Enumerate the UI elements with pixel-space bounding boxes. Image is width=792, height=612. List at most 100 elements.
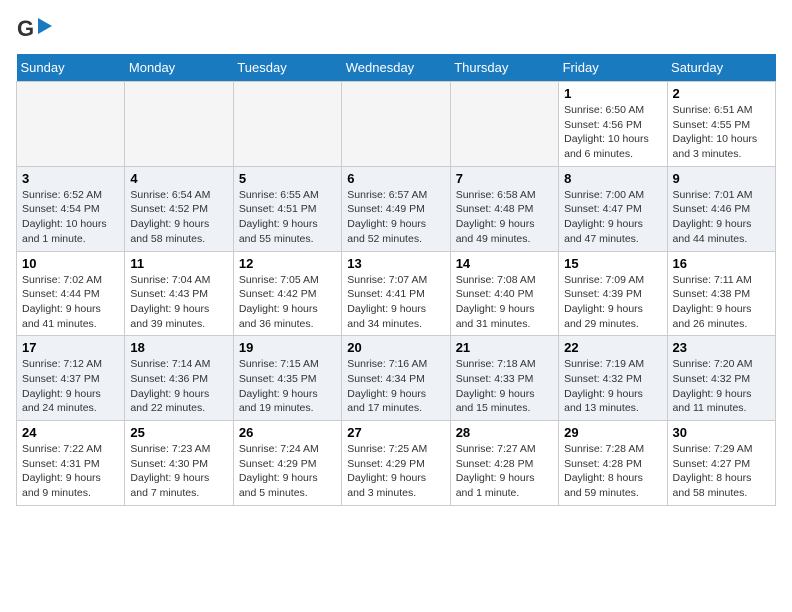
day-number: 16 [673, 256, 770, 271]
calendar-cell: 12Sunrise: 7:05 AM Sunset: 4:42 PM Dayli… [233, 251, 341, 336]
day-number: 8 [564, 171, 661, 186]
calendar-cell: 2 Sunrise: 6:51 AM Sunset: 4:55 PM Daylig… [667, 82, 775, 167]
calendar-cell: 29 Sunrise: 7:28 AM Sunset: 4:28 PM Dayli… [559, 421, 667, 506]
calendar-cell: 17 Sunrise: 7:12 AM Sunset: 4:37 PM Dayli… [17, 336, 125, 421]
calendar-cell [450, 82, 558, 167]
logo-icon: G [16, 16, 52, 44]
day-info: Sunrise: 7:18 AM Sunset: 4:33 PM Dayligh… [456, 357, 553, 416]
day-number: 5 [239, 171, 336, 186]
day-number: 19 [239, 340, 336, 355]
day-info: Sunrise: 7:04 AM Sunset: 4:43 PM Dayligh… [130, 273, 227, 332]
calendar-cell: 28 Sunrise: 7:27 AM Sunset: 4:28 PM Dayli… [450, 421, 558, 506]
day-number: 30 [673, 425, 770, 440]
calendar-cell [125, 82, 233, 167]
weekday-header-wednesday: Wednesday [342, 54, 450, 82]
day-info: Sunrise: 7:08 AM Sunset: 4:40 PM Dayligh… [456, 273, 553, 332]
day-info: Sunrise: 7:09 AM Sunset: 4:39 PM Dayligh… [564, 273, 661, 332]
day-number: 11 [130, 256, 227, 271]
day-info: Sunrise: 7:16 AM Sunset: 4:34 PM Dayligh… [347, 357, 444, 416]
day-number: 25 [130, 425, 227, 440]
day-info: Sunrise: 6:58 AM Sunset: 4:48 PM Dayligh… [456, 188, 553, 247]
day-number: 28 [456, 425, 553, 440]
calendar-cell: 27 Sunrise: 7:25 AM Sunset: 4:29 PM Dayli… [342, 421, 450, 506]
calendar-week-4: 17 Sunrise: 7:12 AM Sunset: 4:37 PM Dayli… [17, 336, 776, 421]
day-number: 1 [564, 86, 661, 101]
calendar-cell: 19 Sunrise: 7:15 AM Sunset: 4:35 PM Dayli… [233, 336, 341, 421]
calendar-cell [233, 82, 341, 167]
day-info: Sunrise: 7:02 AM Sunset: 4:44 PM Dayligh… [22, 273, 119, 332]
day-number: 24 [22, 425, 119, 440]
weekday-header-friday: Friday [559, 54, 667, 82]
day-info: Sunrise: 7:28 AM Sunset: 4:28 PM Dayligh… [564, 442, 661, 501]
day-number: 17 [22, 340, 119, 355]
day-info: Sunrise: 7:15 AM Sunset: 4:35 PM Dayligh… [239, 357, 336, 416]
day-number: 23 [673, 340, 770, 355]
calendar-cell: 8 Sunrise: 7:00 AM Sunset: 4:47 PM Daylig… [559, 166, 667, 251]
svg-text:G: G [17, 16, 34, 41]
day-number: 12 [239, 256, 336, 271]
day-number: 15 [564, 256, 661, 271]
weekday-header-tuesday: Tuesday [233, 54, 341, 82]
day-info: Sunrise: 7:19 AM Sunset: 4:32 PM Dayligh… [564, 357, 661, 416]
weekday-header-thursday: Thursday [450, 54, 558, 82]
day-info: Sunrise: 7:20 AM Sunset: 4:32 PM Dayligh… [673, 357, 770, 416]
calendar-cell: 22 Sunrise: 7:19 AM Sunset: 4:32 PM Dayli… [559, 336, 667, 421]
day-info: Sunrise: 7:12 AM Sunset: 4:37 PM Dayligh… [22, 357, 119, 416]
calendar-cell [342, 82, 450, 167]
calendar-cell: 20 Sunrise: 7:16 AM Sunset: 4:34 PM Dayli… [342, 336, 450, 421]
day-number: 6 [347, 171, 444, 186]
calendar-cell: 30 Sunrise: 7:29 AM Sunset: 4:27 PM Dayli… [667, 421, 775, 506]
day-number: 7 [456, 171, 553, 186]
day-info: Sunrise: 7:11 AM Sunset: 4:38 PM Dayligh… [673, 273, 770, 332]
weekday-header-saturday: Saturday [667, 54, 775, 82]
calendar-week-2: 3 Sunrise: 6:52 AM Sunset: 4:54 PM Daylig… [17, 166, 776, 251]
day-number: 21 [456, 340, 553, 355]
logo: G [16, 16, 56, 44]
day-info: Sunrise: 7:29 AM Sunset: 4:27 PM Dayligh… [673, 442, 770, 501]
calendar-cell [17, 82, 125, 167]
day-info: Sunrise: 7:07 AM Sunset: 4:41 PM Dayligh… [347, 273, 444, 332]
calendar-table: SundayMondayTuesdayWednesdayThursdayFrid… [16, 54, 776, 506]
day-number: 3 [22, 171, 119, 186]
calendar-cell: 9Sunrise: 7:01 AM Sunset: 4:46 PM Daylig… [667, 166, 775, 251]
calendar-cell: 13 Sunrise: 7:07 AM Sunset: 4:41 PM Dayli… [342, 251, 450, 336]
day-number: 18 [130, 340, 227, 355]
day-info: Sunrise: 6:54 AM Sunset: 4:52 PM Dayligh… [130, 188, 227, 247]
day-info: Sunrise: 6:55 AM Sunset: 4:51 PM Dayligh… [239, 188, 336, 247]
weekday-header-row: SundayMondayTuesdayWednesdayThursdayFrid… [17, 54, 776, 82]
day-info: Sunrise: 7:25 AM Sunset: 4:29 PM Dayligh… [347, 442, 444, 501]
day-info: Sunrise: 7:14 AM Sunset: 4:36 PM Dayligh… [130, 357, 227, 416]
day-info: Sunrise: 7:00 AM Sunset: 4:47 PM Dayligh… [564, 188, 661, 247]
calendar-cell: 1 Sunrise: 6:50 AM Sunset: 4:56 PM Daylig… [559, 82, 667, 167]
calendar-cell: 25 Sunrise: 7:23 AM Sunset: 4:30 PM Dayli… [125, 421, 233, 506]
day-info: Sunrise: 6:51 AM Sunset: 4:55 PM Dayligh… [673, 103, 770, 162]
calendar-cell: 5 Sunrise: 6:55 AM Sunset: 4:51 PM Daylig… [233, 166, 341, 251]
calendar-cell: 26Sunrise: 7:24 AM Sunset: 4:29 PM Dayli… [233, 421, 341, 506]
calendar-cell: 6Sunrise: 6:57 AM Sunset: 4:49 PM Daylig… [342, 166, 450, 251]
calendar-cell: 11 Sunrise: 7:04 AM Sunset: 4:43 PM Dayli… [125, 251, 233, 336]
calendar-cell: 24 Sunrise: 7:22 AM Sunset: 4:31 PM Dayli… [17, 421, 125, 506]
day-number: 22 [564, 340, 661, 355]
day-number: 10 [22, 256, 119, 271]
calendar-cell: 14Sunrise: 7:08 AM Sunset: 4:40 PM Dayli… [450, 251, 558, 336]
calendar-cell: 23 Sunrise: 7:20 AM Sunset: 4:32 PM Dayli… [667, 336, 775, 421]
day-number: 20 [347, 340, 444, 355]
calendar-cell: 3 Sunrise: 6:52 AM Sunset: 4:54 PM Daylig… [17, 166, 125, 251]
day-number: 2 [673, 86, 770, 101]
calendar-cell: 18 Sunrise: 7:14 AM Sunset: 4:36 PM Dayli… [125, 336, 233, 421]
day-number: 27 [347, 425, 444, 440]
day-info: Sunrise: 7:22 AM Sunset: 4:31 PM Dayligh… [22, 442, 119, 501]
day-number: 4 [130, 171, 227, 186]
day-info: Sunrise: 6:52 AM Sunset: 4:54 PM Dayligh… [22, 188, 119, 247]
calendar-week-5: 24 Sunrise: 7:22 AM Sunset: 4:31 PM Dayli… [17, 421, 776, 506]
day-info: Sunrise: 6:50 AM Sunset: 4:56 PM Dayligh… [564, 103, 661, 162]
calendar-cell: 10 Sunrise: 7:02 AM Sunset: 4:44 PM Dayli… [17, 251, 125, 336]
day-info: Sunrise: 7:23 AM Sunset: 4:30 PM Dayligh… [130, 442, 227, 501]
day-info: Sunrise: 7:27 AM Sunset: 4:28 PM Dayligh… [456, 442, 553, 501]
day-info: Sunrise: 7:24 AM Sunset: 4:29 PM Dayligh… [239, 442, 336, 501]
weekday-header-monday: Monday [125, 54, 233, 82]
calendar-cell: 15 Sunrise: 7:09 AM Sunset: 4:39 PM Dayli… [559, 251, 667, 336]
day-number: 13 [347, 256, 444, 271]
weekday-header-sunday: Sunday [17, 54, 125, 82]
day-number: 29 [564, 425, 661, 440]
